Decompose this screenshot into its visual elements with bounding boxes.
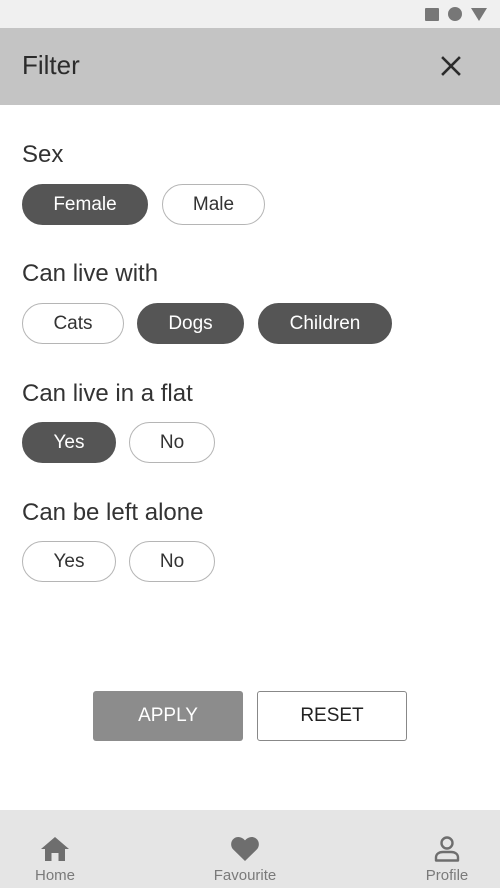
square-icon xyxy=(425,7,439,21)
nav-item-home[interactable]: Home xyxy=(20,810,90,888)
nav-label-favourite: Favourite xyxy=(213,867,277,884)
chip-alone-no[interactable]: No xyxy=(129,541,215,582)
section-title-sex: Sex xyxy=(22,141,64,168)
nav-item-profile[interactable]: Profile xyxy=(412,810,482,888)
home-icon xyxy=(40,836,70,862)
chip-dogs[interactable]: Dogs xyxy=(137,303,244,344)
nav-label-home: Home xyxy=(34,867,75,884)
chip-female[interactable]: Female xyxy=(22,184,148,225)
close-icon xyxy=(441,56,461,76)
chip-flat-no[interactable]: No xyxy=(129,422,215,463)
nav-item-favourite[interactable]: Favourite xyxy=(200,810,290,888)
chip-male[interactable]: Male xyxy=(162,184,265,225)
section-title-can-live-with: Can live with xyxy=(22,260,159,287)
section-title-can-live-in-a-flat: Can live in a flat xyxy=(22,380,193,407)
bottom-nav: Home Favourite Profile xyxy=(0,810,500,888)
chip-alone-yes[interactable]: Yes xyxy=(22,541,116,582)
reset-button[interactable]: RESET xyxy=(257,691,407,741)
chip-cats[interactable]: Cats xyxy=(22,303,124,344)
app-bar: Filter xyxy=(0,28,500,105)
status-bar xyxy=(0,0,500,28)
close-button[interactable] xyxy=(437,52,465,80)
nav-label-profile: Profile xyxy=(425,867,469,884)
chip-flat-yes[interactable]: Yes xyxy=(22,422,116,463)
heart-icon xyxy=(230,836,260,862)
person-icon xyxy=(433,836,461,862)
triangle-icon xyxy=(471,7,487,21)
circle-icon xyxy=(448,7,462,21)
section-title-can-be-left-alone: Can be left alone xyxy=(22,499,204,526)
status-icons xyxy=(425,7,487,21)
apply-button[interactable]: APPLY xyxy=(93,691,243,741)
chip-children[interactable]: Children xyxy=(258,303,392,344)
page-title: Filter xyxy=(22,50,80,80)
